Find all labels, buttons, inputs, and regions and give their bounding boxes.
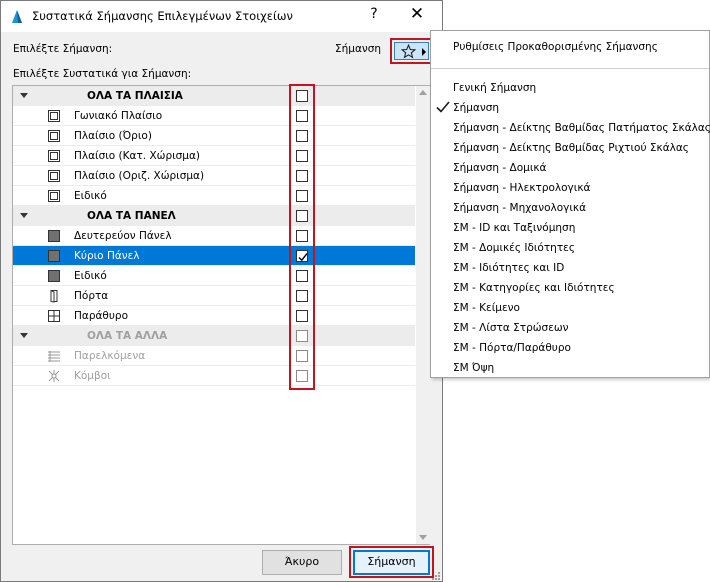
row-checkbox[interactable] — [296, 110, 308, 122]
cancel-button[interactable]: Άκυρο — [262, 550, 342, 575]
menu-item-marker[interactable]: Σήμανση - Δείκτης Βαθμίδας Πατήματος Σκά… — [453, 122, 710, 134]
menu-item-marker[interactable]: Σήμανση - Ηλεκτρολογικά — [453, 182, 590, 194]
row-checkbox[interactable] — [296, 290, 308, 302]
row-label: Πλαίσιο (Όριο) — [74, 130, 152, 142]
row-label: ΟΛΑ ΤΑ ΠΛΑΙΣΙΑ — [87, 90, 183, 102]
marker-favorites-button[interactable] — [390, 38, 433, 64]
row-checkbox[interactable] — [296, 330, 308, 342]
marker-components-dialog: Συστατικά Σήμανσης Επιλεγμένων Στοιχείων… — [0, 0, 443, 582]
menu-item-marker[interactable]: Γενική Σήμανση — [453, 82, 536, 94]
app-logo-icon — [12, 10, 22, 23]
menu-item-marker[interactable]: Σήμανση - Δείκτης Βαθμίδας Ριχτιού Σκάλα… — [453, 142, 689, 154]
row-checkbox[interactable] — [296, 350, 308, 362]
checkmark-icon — [436, 101, 450, 113]
components-label: Επιλέξτε Συστατικά για Σήμανση: — [13, 68, 192, 80]
help-button[interactable]: ? — [365, 6, 383, 22]
row-checkbox[interactable] — [296, 370, 308, 382]
row-checkbox[interactable] — [296, 270, 308, 282]
list-scrollbar[interactable] — [416, 86, 430, 544]
window-icon — [48, 310, 60, 322]
list-item-row[interactable]: Πλαίσιο (Κατ. Χώρισμα) — [13, 146, 415, 166]
row-label: ΟΛΑ ΤΑ ΠΑΝΕΛ — [87, 210, 176, 222]
expand-triangle-icon[interactable] — [20, 333, 28, 338]
list-item-row[interactable]: Ειδικό — [13, 266, 415, 286]
panel-icon — [48, 250, 60, 262]
frame-icon — [48, 170, 60, 182]
dialog-title: Συστατικά Σήμανσης Επιλεγμένων Στοιχείων — [32, 9, 293, 23]
row-checkbox[interactable] — [296, 130, 308, 142]
menu-item-marker[interactable]: ΣΜ - Κείμενο — [453, 302, 520, 314]
components-list[interactable]: ΟΛΑ ΤΑ ΠΛΑΙΣΙΑ Γωνιακό Πλαίσιο Πλαίσιο (Όρ… — [12, 85, 430, 545]
list-item-row[interactable]: Πλαίσιο (Όριο) — [13, 126, 415, 146]
row-checkbox[interactable] — [296, 190, 308, 202]
menu-item-marker[interactable]: ΣΜ - ID και Ταξινόμηση — [453, 222, 575, 234]
apply-marker-button[interactable]: Σήμανση — [353, 550, 430, 575]
menu-item-default-settings[interactable]: Ρυθμίσεις Προκαθορισμένης Σήμανσης — [453, 41, 658, 53]
row-checkbox[interactable] — [296, 230, 308, 242]
frame-icon — [48, 190, 60, 202]
menu-item-marker[interactable]: ΣΜ - Λίστα Στρώσεων — [453, 322, 569, 334]
list-group-row[interactable]: ΟΛΑ ΤΑ ΑΛΛΑ — [13, 326, 415, 346]
row-label: Δευτερεύον Πάνελ — [74, 230, 172, 242]
row-checkbox[interactable] — [296, 310, 308, 322]
menu-separator — [431, 68, 709, 69]
frame-icon — [48, 150, 60, 162]
row-label: ΟΛΑ ΤΑ ΑΛΛΑ — [87, 330, 168, 342]
row-checkbox[interactable] — [296, 150, 308, 162]
scroll-up-icon[interactable] — [419, 90, 427, 95]
list-item-row[interactable]: Πόρτα — [13, 286, 415, 306]
row-label: Κύριο Πάνελ — [74, 250, 140, 262]
dropdown-arrow-icon — [422, 48, 426, 56]
accessory-icon — [48, 351, 60, 362]
row-checkbox[interactable] — [296, 90, 308, 102]
resize-grip-icon[interactable] — [431, 571, 441, 581]
menu-item-marker[interactable]: Σήμανση - Δομικά — [453, 162, 546, 174]
frame-icon — [48, 130, 60, 142]
list-group-row[interactable]: ΟΛΑ ΤΑ ΠΛΑΙΣΙΑ — [13, 86, 415, 106]
panel-icon — [48, 270, 60, 282]
row-label: Παρελκόμενα — [74, 350, 146, 362]
menu-item-marker[interactable]: Σήμανση — [453, 102, 499, 114]
row-label: Πλαίσιο (Κατ. Χώρισμα) — [74, 150, 201, 162]
menu-item-marker[interactable]: ΣΜ - Κατηγορίες και Ιδιότητες — [453, 282, 615, 294]
select-marker-label: Επιλέξτε Σήμανση: — [13, 43, 113, 55]
list-item-row[interactable]: Κόμβοι — [13, 366, 415, 386]
row-label: Ειδικό — [74, 190, 107, 202]
expand-triangle-icon[interactable] — [20, 213, 28, 218]
list-group-row[interactable]: ΟΛΑ ΤΑ ΠΑΝΕΛ — [13, 206, 415, 226]
current-marker-name: Σήμανση — [335, 43, 382, 55]
door-icon — [50, 289, 58, 303]
expand-triangle-icon[interactable] — [20, 93, 28, 98]
checkmark-icon — [298, 253, 308, 262]
marker-dropdown-menu: Ρυθμίσεις Προκαθορισμένης Σήμανσης Γενικ… — [430, 30, 710, 378]
row-label: Γωνιακό Πλαίσιο — [74, 110, 163, 122]
list-item-row[interactable]: Παρελκόμενα — [13, 346, 415, 366]
list-item-row[interactable]: Ειδικό — [13, 186, 415, 206]
list-item-row[interactable]: Κύριο Πάνελ — [13, 246, 415, 266]
menu-item-marker[interactable]: ΣΜ - Πόρτα/Παράθυρο — [453, 342, 571, 354]
list-item-row[interactable]: Παράθυρο — [13, 306, 415, 326]
title-bar: Συστατικά Σήμανσης Επιλεγμένων Στοιχείων… — [1, 1, 442, 32]
list-item-row[interactable]: Γωνιακό Πλαίσιο — [13, 106, 415, 126]
row-label: Κόμβοι — [74, 370, 111, 382]
menu-item-marker[interactable]: ΣΜ - Ιδιότητες και ID — [453, 262, 564, 274]
row-label: Πλαίσιο (Οριζ. Χώρισμα) — [74, 170, 205, 182]
row-label: Πόρτα — [74, 290, 109, 302]
scroll-down-icon[interactable] — [419, 535, 427, 540]
row-checkbox[interactable] — [296, 170, 308, 182]
menu-item-marker[interactable]: ΣΜ - Δομικές Ιδιότητες — [453, 242, 575, 254]
close-button[interactable]: ✕ — [406, 4, 428, 24]
menu-item-marker[interactable]: ΣΜ Όψη — [453, 362, 494, 374]
row-label: Παράθυρο — [74, 310, 128, 322]
panel-icon — [48, 230, 60, 242]
row-checkbox[interactable] — [296, 250, 308, 262]
row-checkbox[interactable] — [296, 210, 308, 222]
menu-item-marker[interactable]: Σήμανση - Μηχανολογικά — [453, 202, 586, 214]
frame-icon — [48, 110, 60, 122]
star-icon — [401, 44, 416, 59]
list-item-row[interactable]: Δευτερεύον Πάνελ — [13, 226, 415, 246]
list-item-row[interactable]: Πλαίσιο (Οριζ. Χώρισμα) — [13, 166, 415, 186]
row-label: Ειδικό — [74, 270, 107, 282]
junction-icon — [48, 370, 60, 382]
